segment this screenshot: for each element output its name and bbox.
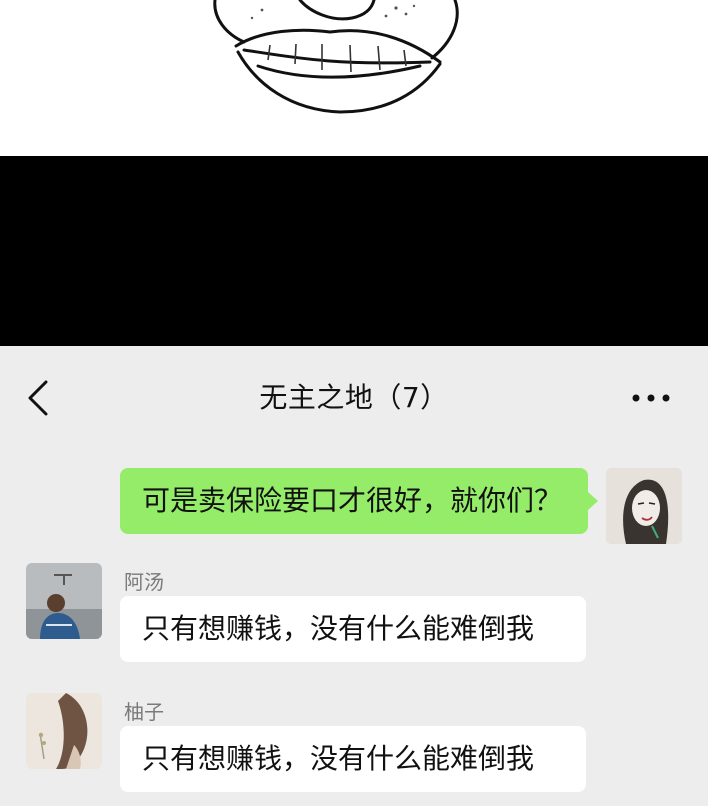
incoming-message-bubble[interactable]: 只有想赚钱，没有什么能难倒我 xyxy=(120,726,586,792)
sender-avatar[interactable] xyxy=(26,563,102,639)
woman-back-photo-avatar xyxy=(26,693,102,769)
child-photo-avatar xyxy=(26,563,102,639)
group-chat-screen: 无主之地（7） 可是卖保险要口才很好，就你们？ 阿汤 只有想赚钱，没有什么能难倒… xyxy=(0,346,708,806)
sender-name: 柚子 xyxy=(124,700,164,724)
more-button[interactable] xyxy=(628,386,674,410)
sender-name: 阿汤 xyxy=(124,570,164,594)
bubble-tail xyxy=(588,492,598,510)
black-band xyxy=(0,156,708,346)
chat-header: 无主之地（7） xyxy=(0,346,708,446)
message-text: 只有想赚钱，没有什么能难倒我 xyxy=(142,612,535,645)
lips-drawing xyxy=(213,0,459,114)
more-dots-icon xyxy=(632,394,670,402)
comic-lips-illustration xyxy=(0,0,708,156)
message-text: 可是卖保险要口才很好，就你们？ xyxy=(142,484,563,517)
sender-avatar[interactable] xyxy=(26,693,102,769)
woman-portrait-avatar xyxy=(606,468,682,544)
outgoing-message-bubble[interactable]: 可是卖保险要口才很好，就你们？ xyxy=(120,468,588,534)
chat-title: 无主之地（7） xyxy=(259,381,449,414)
incoming-message-bubble[interactable]: 只有想赚钱，没有什么能难倒我 xyxy=(120,596,586,662)
message-text: 只有想赚钱，没有什么能难倒我 xyxy=(142,742,535,775)
my-avatar[interactable] xyxy=(606,468,682,544)
